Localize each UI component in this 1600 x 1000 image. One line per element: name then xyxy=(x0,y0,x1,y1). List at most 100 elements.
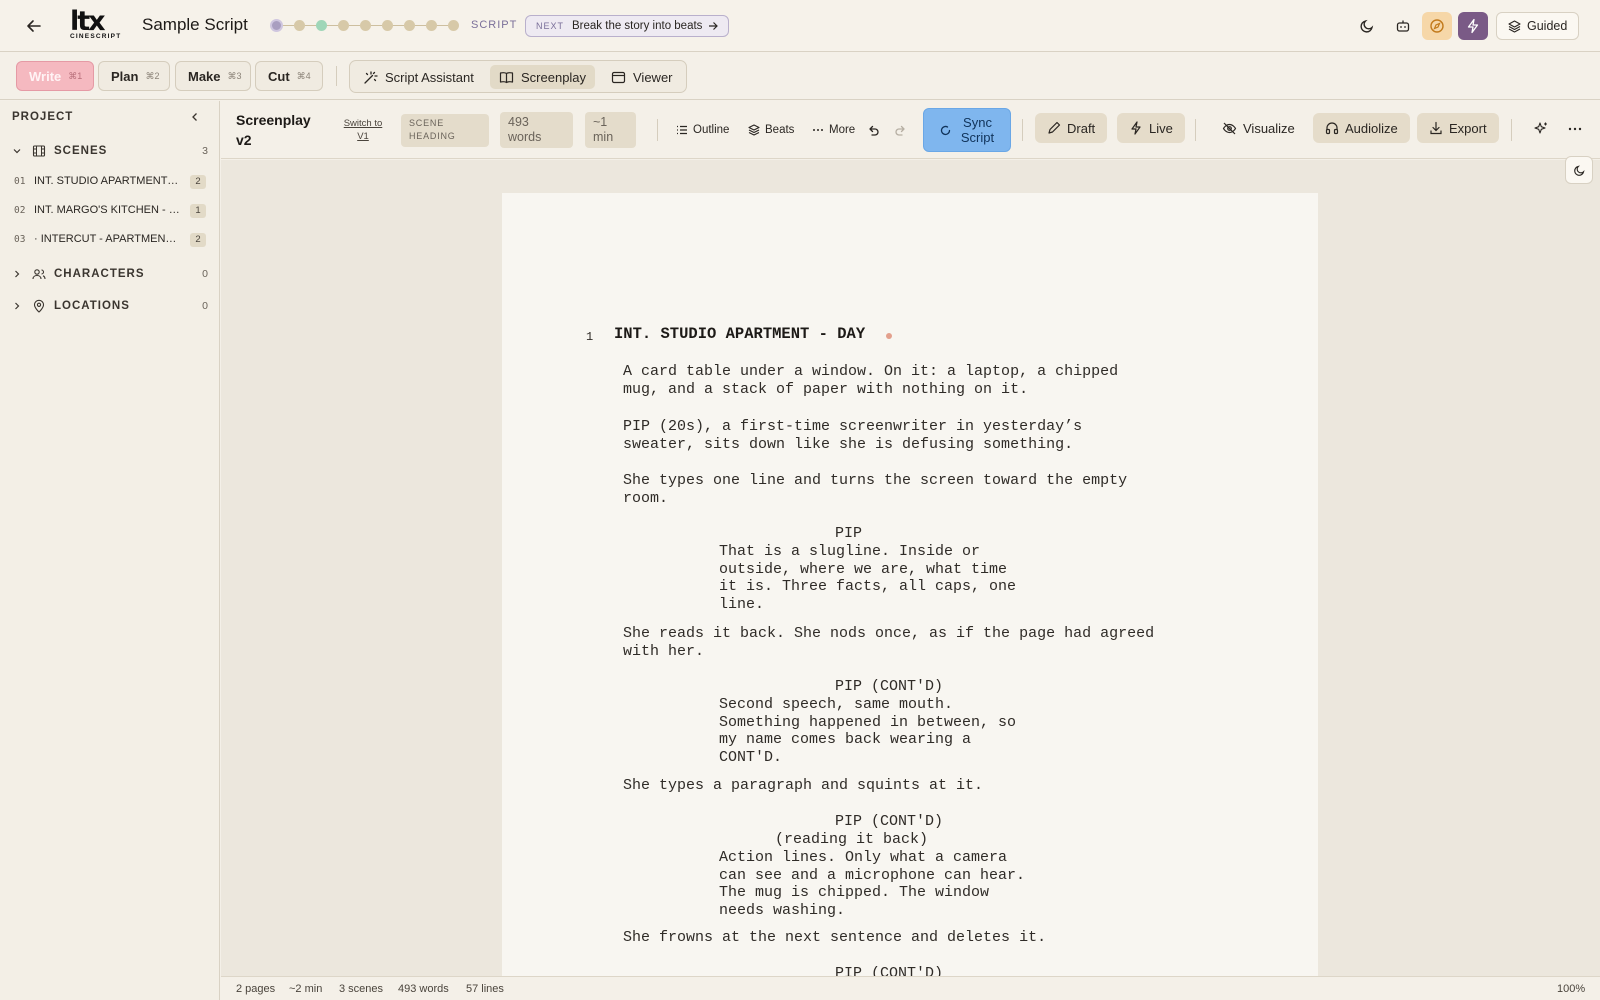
sparkle-icon[interactable] xyxy=(1533,121,1549,140)
action-line[interactable]: PIP (20s), a first-time screenwriter in … xyxy=(623,418,1223,453)
map-pin-icon xyxy=(33,299,45,313)
switch-version-link[interactable]: Switch to V1 xyxy=(337,117,389,143)
outline-button[interactable]: Outline xyxy=(676,119,729,141)
more-label: More xyxy=(829,124,856,136)
scene-heading[interactable]: INT. STUDIO APARTMENT - DAY xyxy=(614,325,865,344)
dark-mode-button[interactable] xyxy=(1352,12,1382,40)
mode-write-button[interactable]: Write ⌘1 xyxy=(16,61,94,91)
word-count: 493 words xyxy=(398,983,449,995)
tab-label: Script Assistant xyxy=(385,69,474,85)
scene-element-count: 1 xyxy=(190,204,206,218)
zoom-level[interactable]: 100% xyxy=(1557,983,1585,995)
more-button[interactable]: More xyxy=(812,119,855,141)
line-count: 57 lines xyxy=(466,983,504,995)
collapse-sidebar-icon[interactable] xyxy=(188,110,202,127)
character-cue[interactable]: PIP (CONT'D) xyxy=(835,678,943,696)
page-theme-button[interactable] xyxy=(1565,156,1593,184)
arrow-right-icon xyxy=(709,22,719,30)
section-count: 0 xyxy=(202,268,208,280)
progress-step-dot[interactable] xyxy=(426,20,437,31)
moon-icon xyxy=(1360,19,1374,33)
parenthetical[interactable]: (reading it back) xyxy=(775,831,928,849)
action-line[interactable]: She types a paragraph and squints at it. xyxy=(623,777,1223,795)
app-logo: ltx CINESCRIPT xyxy=(70,8,126,40)
mode-cut-button[interactable]: Cut ⌘4 xyxy=(255,61,323,91)
pencil-icon xyxy=(1048,121,1061,134)
sidebar-heading: PROJECT xyxy=(12,111,74,123)
guided-label: Guided xyxy=(1527,19,1568,33)
assistant-bot-button[interactable] xyxy=(1388,12,1418,40)
chevron-right-icon xyxy=(15,270,20,278)
progress-step-dot[interactable] xyxy=(382,20,393,31)
mode-label: Make xyxy=(188,68,221,84)
beats-label: Beats xyxy=(765,124,795,136)
audiolize-label: Audiolize xyxy=(1345,120,1398,136)
wand-icon xyxy=(364,70,378,84)
audiolize-button[interactable]: Audiolize xyxy=(1313,113,1410,143)
sidebar-section-scenes[interactable]: SCENES 3 xyxy=(0,137,220,165)
visualize-button[interactable]: Visualize xyxy=(1210,113,1307,143)
tab-script-assistant[interactable]: Script Assistant xyxy=(354,65,483,89)
character-cue[interactable]: PIP (CONT'D) xyxy=(835,813,943,831)
duration-chip: ~1 min xyxy=(585,112,636,148)
shortcut-hint: ⌘4 xyxy=(296,70,311,81)
sync-script-button[interactable]: Sync Script xyxy=(923,108,1011,152)
section-count: 3 xyxy=(202,145,208,157)
unsaved-marker xyxy=(886,333,892,339)
runtime-estimate: ~2 min xyxy=(289,983,323,995)
action-line[interactable]: She frowns at the next sentence and dele… xyxy=(623,929,1223,947)
character-cue[interactable]: PIP (CONT'D) xyxy=(835,965,943,976)
progress-step-dot[interactable] xyxy=(404,20,415,31)
scene-list-item[interactable]: 02 INT. MARGO'S KITCHEN - NIGHT 1 xyxy=(0,198,220,224)
more-options-icon[interactable] xyxy=(1567,121,1583,140)
word-count-chip: 493 words xyxy=(500,112,573,148)
document-title[interactable]: Sample Script xyxy=(142,15,248,35)
progress-step-dot[interactable] xyxy=(270,19,283,32)
progress-step-dot[interactable] xyxy=(338,20,349,31)
screenplay-page[interactable]: 1 INT. STUDIO APARTMENT - DAY A card tab… xyxy=(502,193,1318,976)
mode-make-button[interactable]: Make ⌘3 xyxy=(175,61,251,91)
progress-step-dot[interactable] xyxy=(316,20,327,31)
compass-button[interactable] xyxy=(1422,12,1452,40)
progress-step-dot[interactable] xyxy=(448,20,459,31)
tab-viewer[interactable]: Viewer xyxy=(602,65,682,89)
sidebar-section-characters[interactable]: CHARACTERS 0 xyxy=(0,260,220,288)
dialogue[interactable]: Second speech, same mouth. Something hap… xyxy=(719,696,1059,766)
character-cue[interactable]: PIP xyxy=(835,525,862,543)
window-icon xyxy=(611,71,626,83)
progress-step-dot[interactable] xyxy=(294,20,305,31)
section-label: CHARACTERS xyxy=(54,268,145,280)
page-count: 2 pages xyxy=(236,983,276,995)
headphones-icon xyxy=(1325,122,1339,135)
dialogue[interactable]: That is a slugline. Inside or outside, w… xyxy=(719,543,1059,613)
progress-step-dot[interactable] xyxy=(360,20,371,31)
shortcut-hint: ⌘2 xyxy=(145,70,160,81)
scene-list-item[interactable]: 01 INT. STUDIO APARTMENT - DAY 2 xyxy=(0,169,220,195)
scene-list-item[interactable]: 03 · INTERCUT - APARTMENT / KITCHEN 2 xyxy=(0,227,220,253)
mode-label: Cut xyxy=(268,68,290,84)
moon-icon xyxy=(1573,164,1585,176)
sidebar-section-locations[interactable]: LOCATIONS 0 xyxy=(0,292,220,320)
back-arrow-icon[interactable] xyxy=(22,14,46,38)
action-line[interactable]: A card table under a window. On it: a la… xyxy=(623,363,1223,398)
mode-plan-button[interactable]: Plan ⌘2 xyxy=(98,61,170,91)
guided-mode-button[interactable]: Guided xyxy=(1496,12,1580,40)
draft-label: Draft xyxy=(1067,120,1096,136)
action-line[interactable]: She types one line and turns the screen … xyxy=(623,472,1223,507)
export-button[interactable]: Export xyxy=(1417,113,1499,143)
dialogue[interactable]: Action lines. Only what a camera can see… xyxy=(719,849,1059,919)
redo-icon[interactable] xyxy=(894,119,913,141)
tab-screenplay[interactable]: Screenplay xyxy=(490,65,596,89)
power-mode-button[interactable] xyxy=(1458,12,1488,40)
action-line[interactable]: She reads it back. She nods once, as if … xyxy=(623,625,1223,660)
layers-icon xyxy=(748,124,760,136)
draft-button[interactable]: Draft xyxy=(1035,113,1108,143)
live-button[interactable]: Live xyxy=(1117,113,1185,143)
next-step-button[interactable]: NEXT Break the story into beats xyxy=(525,15,730,37)
scene-number: 03 xyxy=(14,234,26,245)
element-type-chip[interactable]: SCENE HEADING xyxy=(401,114,489,147)
undo-icon[interactable] xyxy=(866,119,885,141)
scene-name: · INTERCUT - APARTMENT / KITCHEN xyxy=(34,233,180,245)
mode-bar: Write ⌘1 Plan ⌘2 Make ⌘3 Cut ⌘4 Script A… xyxy=(0,52,1600,100)
beats-button[interactable]: Beats xyxy=(748,119,794,141)
